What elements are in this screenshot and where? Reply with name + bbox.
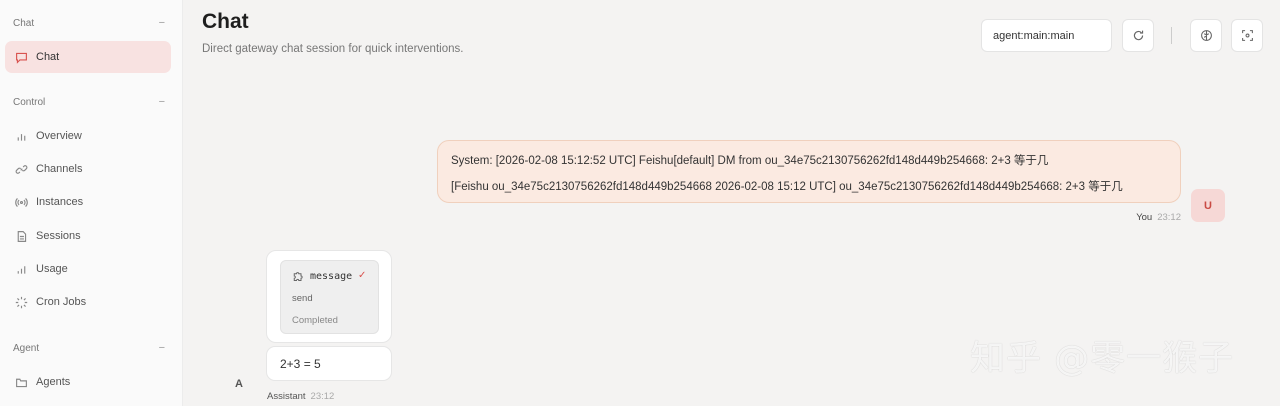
- sidebar-item-channels[interactable]: Channels: [5, 153, 171, 185]
- bar-chart-icon: [14, 129, 28, 143]
- chat-bubble-icon: [14, 50, 28, 64]
- sidebar-item-instances[interactable]: Instances: [5, 186, 171, 218]
- assistant-message-meta: Assistant 23:12: [267, 391, 334, 402]
- sidebar-item-sessions[interactable]: Sessions: [5, 220, 171, 252]
- sidebar-item-label: Overview: [36, 130, 82, 142]
- sidebar-section-agent[interactable]: Agent −: [13, 342, 165, 354]
- section-label: Control: [13, 96, 46, 108]
- sender-name: You: [1136, 212, 1153, 223]
- section-label: Agent: [13, 342, 40, 354]
- thinking-toggle-button[interactable]: [1190, 19, 1222, 52]
- assistant-message-bubble: 2+3 = 5: [266, 346, 392, 381]
- broadcast-icon: [14, 195, 28, 209]
- sidebar-section-chat[interactable]: Chat −: [13, 17, 165, 29]
- sidebar-item-usage[interactable]: Usage: [5, 253, 171, 285]
- sidebar-item-label: Usage: [36, 263, 68, 275]
- session-select[interactable]: agent:main:main: [981, 19, 1112, 52]
- user-message-bubble: System: [2026-02-08 15:12:52 UTC] Feishu…: [437, 140, 1181, 203]
- tool-name-row: message: [292, 270, 352, 282]
- sidebar-item-chat[interactable]: Chat: [5, 41, 171, 73]
- refresh-icon: [1132, 29, 1145, 42]
- watermark: 知乎 @零一猴子: [970, 339, 1235, 379]
- message-line: [Feishu ou_34e75c2130756262fd148d449b254…: [451, 181, 1123, 193]
- tool-name: message: [310, 270, 353, 282]
- section-label: Chat: [13, 17, 35, 29]
- collapse-icon[interactable]: −: [159, 17, 165, 29]
- folder-icon: [14, 375, 28, 389]
- collapse-icon[interactable]: −: [159, 96, 165, 108]
- loader-icon: [14, 295, 28, 309]
- sidebar-item-label: Cron Jobs: [36, 296, 87, 308]
- puzzle-icon: [292, 270, 304, 282]
- check-icon: ✓: [358, 270, 367, 281]
- bar-chart-icon: [14, 262, 28, 276]
- sender-name: Assistant: [267, 391, 306, 402]
- page-title: Chat: [202, 10, 249, 33]
- document-icon: [14, 229, 28, 243]
- sidebar-item-label: Agents: [36, 376, 71, 388]
- user-avatar: U: [1191, 189, 1225, 222]
- tool-status: Completed: [292, 315, 338, 326]
- refresh-button[interactable]: [1122, 19, 1154, 52]
- sidebar-item-agents[interactable]: Agents: [5, 366, 171, 398]
- sidebar-item-cron-jobs[interactable]: Cron Jobs: [5, 286, 171, 318]
- message-line: System: [2026-02-08 15:12:52 UTC] Feishu…: [451, 155, 1049, 167]
- sidebar-item-label: Chat: [36, 51, 60, 63]
- toolbar-divider: [1171, 27, 1172, 44]
- tool-call-card: message ✓ send Completed: [266, 250, 392, 343]
- tool-call-details[interactable]: message ✓ send Completed: [280, 260, 379, 334]
- page-subtitle: Direct gateway chat session for quick in…: [202, 43, 464, 55]
- tool-action: send: [292, 293, 313, 304]
- sidebar-item-label: Sessions: [36, 230, 81, 242]
- brain-icon: [1200, 29, 1213, 42]
- collapse-icon[interactable]: −: [159, 342, 165, 354]
- sidebar-item-overview[interactable]: Overview: [5, 120, 171, 152]
- sidebar-item-label: Instances: [36, 196, 84, 208]
- user-message-meta: You 23:12: [1136, 212, 1181, 223]
- sidebar: Chat − Chat Control − Overview Channels …: [0, 0, 183, 406]
- focus-mode-button[interactable]: [1231, 19, 1263, 52]
- assistant-avatar: A: [235, 378, 243, 390]
- focus-icon: [1241, 29, 1254, 42]
- sidebar-section-control[interactable]: Control −: [13, 96, 165, 108]
- sidebar-item-label: Channels: [36, 163, 83, 175]
- link-icon: [14, 162, 28, 176]
- message-time: 23:12: [310, 391, 335, 402]
- message-time: 23:12: [1157, 212, 1181, 223]
